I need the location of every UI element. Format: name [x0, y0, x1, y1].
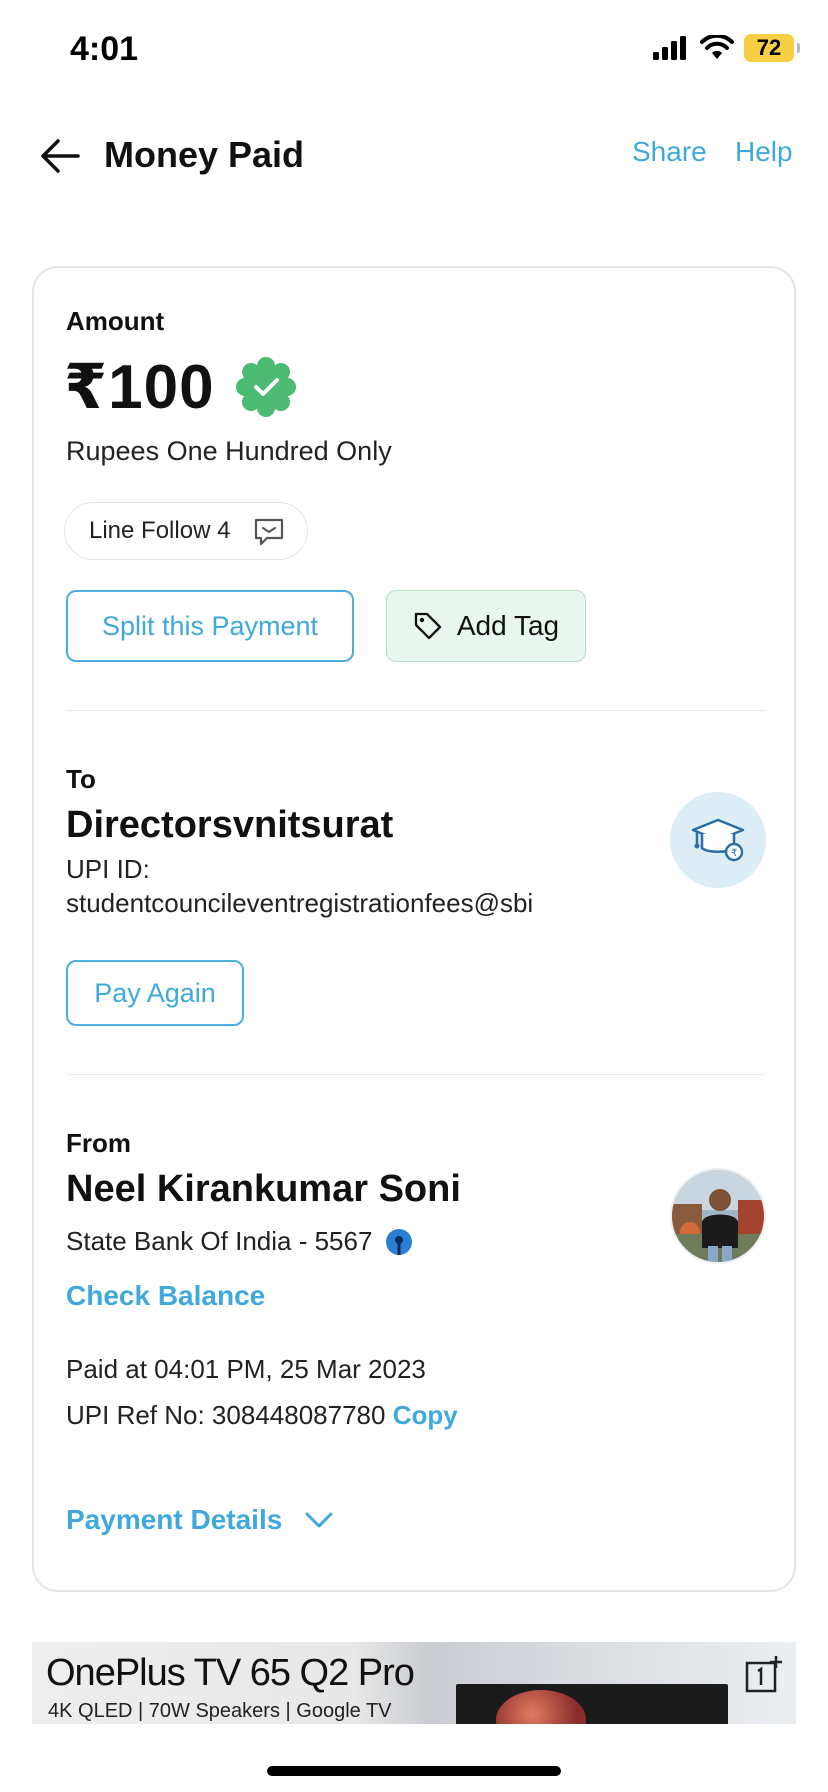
sender-bank-text: State Bank Of India - 5567	[66, 1226, 373, 1256]
check-balance-link[interactable]: Check Balance	[66, 1280, 265, 1312]
chevron-down-icon	[305, 1512, 333, 1528]
payment-note-text: Line Follow 4	[89, 517, 231, 544]
upi-ref-row: UPI Ref No: 308448087780 Copy	[66, 1400, 458, 1431]
tag-icon	[414, 612, 442, 640]
payment-details-toggle[interactable]: Payment Details	[66, 1504, 334, 1536]
open-external-icon[interactable]	[744, 1654, 784, 1694]
ad-banner[interactable]: OnePlus TV 65 Q2 Pro 4K QLED | 70W Speak…	[32, 1642, 796, 1724]
graduation-cap-icon: ₹	[691, 818, 745, 862]
wifi-icon	[700, 35, 734, 59]
add-tag-label: Add Tag	[456, 610, 560, 641]
add-tag-button[interactable]: Add Tag	[386, 590, 586, 662]
amount-in-words: Rupees One Hundred Only	[66, 436, 392, 466]
share-link[interactable]: Share	[632, 136, 707, 168]
status-time: 4:01	[70, 30, 139, 68]
copy-ref-button[interactable]: Copy	[393, 1400, 458, 1430]
payment-details-label: Payment Details	[66, 1504, 283, 1535]
sender-avatar	[670, 1168, 766, 1264]
cellular-signal-icon	[653, 36, 686, 60]
page-title: Money Paid	[104, 134, 305, 175]
back-button[interactable]	[38, 136, 82, 176]
paid-at-text: Paid at 04:01 PM, 25 Mar 2023	[66, 1354, 426, 1384]
pay-again-button[interactable]: Pay Again	[66, 960, 244, 1026]
svg-text:₹: ₹	[731, 848, 737, 859]
app-header: Money Paid Share Help	[0, 120, 828, 192]
arrow-left-icon	[41, 139, 80, 173]
amount-label: Amount	[66, 306, 165, 336]
transaction-card: Amount ₹100 Rupees One Hundred Only Line…	[32, 266, 796, 1592]
from-label: From	[66, 1128, 131, 1158]
verified-badge-icon	[235, 356, 296, 417]
recipient-name: Directorsvnitsurat	[66, 804, 394, 846]
section-divider	[66, 1074, 766, 1075]
payment-note[interactable]: Line Follow 4	[64, 502, 308, 560]
recipient-upi-label: UPI ID:	[66, 854, 150, 884]
amount-value: ₹100	[64, 353, 215, 422]
recipient-upi-id: studentcouncileventregistrationfees@sbi	[66, 888, 534, 918]
sender-bank: State Bank Of India - 5567	[66, 1226, 414, 1257]
recipient-avatar: ₹	[670, 792, 766, 888]
split-payment-button[interactable]: Split this Payment	[66, 590, 354, 662]
amount-row: ₹100	[64, 350, 299, 423]
sender-name: Neel Kirankumar Soni	[66, 1168, 461, 1210]
to-label: To	[66, 764, 96, 794]
ad-tv-image	[456, 1684, 728, 1724]
sbi-logo-icon	[386, 1228, 413, 1255]
section-divider	[66, 710, 766, 711]
home-indicator[interactable]	[267, 1766, 561, 1776]
ad-title: OnePlus TV 65 Q2 Pro	[46, 1652, 415, 1694]
ad-subtitle: 4K QLED | 70W Speakers | Google TV	[48, 1700, 392, 1722]
battery-indicator: 72	[744, 34, 800, 62]
upi-ref-text: UPI Ref No: 308448087780	[66, 1400, 386, 1430]
chat-bubble-icon	[254, 518, 284, 546]
help-link[interactable]: Help	[735, 136, 793, 168]
status-icons: 72	[652, 34, 800, 62]
user-photo	[672, 1170, 764, 1262]
status-bar: 4:01 72	[0, 0, 828, 100]
